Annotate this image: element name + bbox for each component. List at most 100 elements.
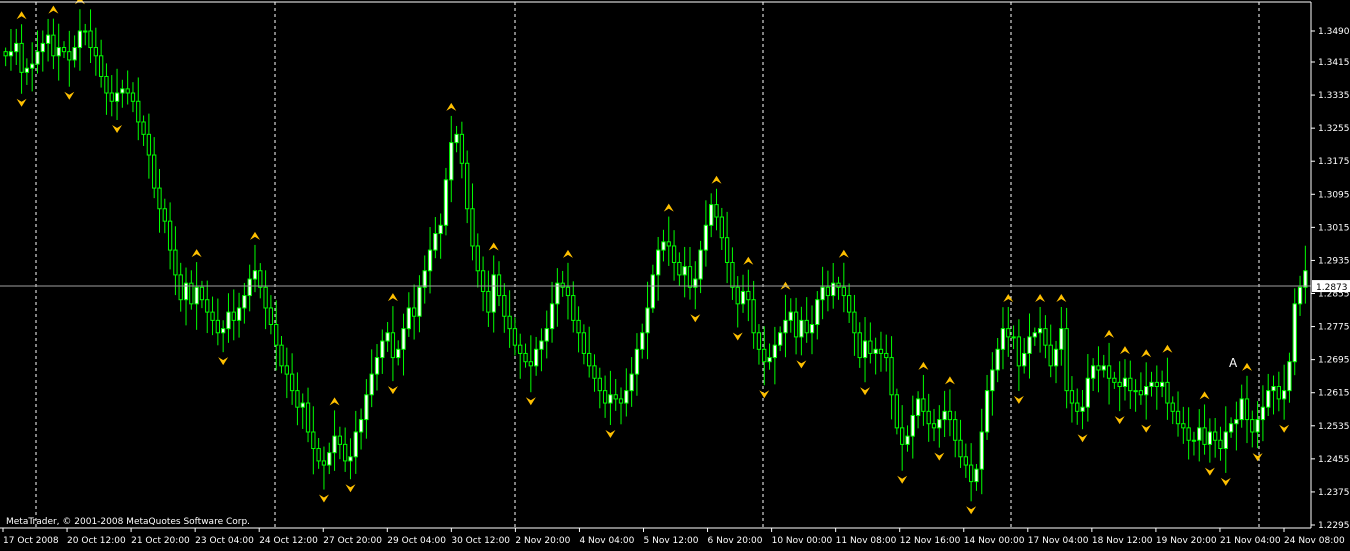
candle-body <box>401 328 406 350</box>
candle-body <box>1006 328 1011 338</box>
candle-body <box>682 266 687 276</box>
current-price-label: 1.2873 <box>1316 283 1348 293</box>
candle-body <box>1159 381 1165 388</box>
candle-body <box>650 274 656 309</box>
candle-body <box>1260 406 1266 421</box>
candle-body <box>1175 410 1181 425</box>
candle-body <box>862 340 868 359</box>
candle-body <box>703 224 709 251</box>
candle-body <box>316 448 321 462</box>
candle-body <box>130 92 136 102</box>
candle-body <box>719 216 724 239</box>
candle-body <box>1213 431 1218 441</box>
x-tick-label: 12 Nov 16:00 <box>900 536 961 546</box>
candle-body <box>958 439 963 458</box>
candle-body <box>247 278 252 297</box>
candle-body <box>528 361 533 367</box>
candle-body <box>311 431 316 450</box>
candle-body <box>1022 352 1027 367</box>
candle-body <box>1000 328 1006 350</box>
candle-body <box>809 324 815 334</box>
x-tick-label: 14 Nov 00:00 <box>964 536 1025 546</box>
candle-body <box>433 233 438 251</box>
y-tick-label: 1.3255 <box>1318 124 1350 134</box>
x-tick-label: 24 Oct 12:00 <box>259 536 318 546</box>
candle-body <box>926 410 931 425</box>
candle-body <box>565 286 571 297</box>
candle-body <box>486 290 491 313</box>
candle-body <box>104 75 109 94</box>
candle-body <box>597 377 602 392</box>
y-tick-label: 1.3015 <box>1318 223 1350 233</box>
x-tick-label: 29 Oct 04:00 <box>387 536 446 546</box>
x-tick-label: 27 Oct 20:00 <box>323 536 382 546</box>
candle-body <box>1149 381 1154 388</box>
x-tick-label: 20 Oct 12:00 <box>67 536 126 546</box>
candle-body <box>629 373 634 392</box>
candle-body <box>512 328 518 346</box>
candle-body <box>804 319 809 334</box>
candle-body <box>258 270 263 288</box>
candle-body <box>274 324 279 346</box>
candle-body <box>1027 336 1032 354</box>
candle-body <box>1250 419 1255 433</box>
candle-body <box>841 286 846 297</box>
candle-body <box>252 270 258 280</box>
candle-body <box>756 332 762 350</box>
candle-body <box>656 249 661 276</box>
candle-body <box>236 307 242 321</box>
candle-body <box>120 88 125 94</box>
candle-body <box>762 348 767 363</box>
candle-body <box>3 51 8 57</box>
annotation-a: A <box>1229 356 1238 370</box>
candle-body <box>93 47 98 57</box>
candle-body <box>518 344 523 354</box>
candle-body <box>332 435 337 454</box>
y-tick-label: 1.3415 <box>1318 58 1350 68</box>
candle-body <box>321 460 327 466</box>
candle-body <box>1032 332 1037 338</box>
candle-body <box>67 51 72 61</box>
candle-body <box>109 92 114 102</box>
candle-body <box>454 133 459 144</box>
candle-body <box>1085 377 1090 408</box>
candle-body <box>305 402 311 433</box>
candle-body <box>45 34 51 44</box>
candle-body <box>1271 386 1276 392</box>
candle-body <box>661 241 666 251</box>
candle-body <box>634 348 640 375</box>
candle-body <box>740 290 746 305</box>
candle-body <box>587 352 592 367</box>
candle-body <box>984 390 990 433</box>
candle-body <box>735 286 740 305</box>
candle-body <box>709 204 714 226</box>
candle-body <box>724 237 730 263</box>
candle-body <box>968 464 974 483</box>
candle-body <box>1064 328 1069 392</box>
candle-body <box>162 208 167 222</box>
candle-body <box>730 261 735 288</box>
candle-body <box>746 290 751 301</box>
candle-body <box>449 142 454 181</box>
candle-body <box>868 340 873 354</box>
candle-body <box>502 295 507 317</box>
x-tick-label: 21 Oct 20:00 <box>131 536 190 546</box>
candle-body <box>1091 365 1096 379</box>
x-tick-label: 11 Nov 08:00 <box>836 536 897 546</box>
x-tick-label: 19 Nov 20:00 <box>1156 536 1217 546</box>
candle-body <box>194 286 199 305</box>
candle-body <box>905 435 910 445</box>
x-tick-label: 18 Nov 12:00 <box>1092 536 1153 546</box>
candle-body <box>831 282 836 297</box>
candle-body <box>263 286 268 309</box>
candle-body <box>24 67 30 73</box>
price-chart: 1.3490 1.3415 1.3335 1.3255 1.3175 1.3095 1.30… <box>0 0 1350 547</box>
candle-body <box>1037 328 1043 334</box>
candle-body <box>1218 439 1223 450</box>
candle-body <box>1191 439 1197 442</box>
candle-body <box>942 410 947 421</box>
candle-body <box>878 348 884 354</box>
x-tick-label: 17 Nov 04:00 <box>1028 536 1089 546</box>
candle-body <box>1297 286 1303 305</box>
candle-body <box>35 51 40 65</box>
